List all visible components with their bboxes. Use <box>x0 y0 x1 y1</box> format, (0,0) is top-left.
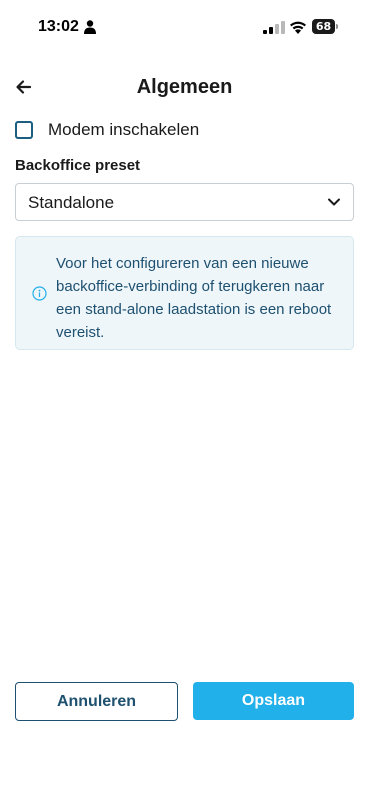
back-button[interactable] <box>12 74 38 100</box>
info-icon <box>32 286 47 301</box>
save-button[interactable]: Opslaan <box>193 682 354 720</box>
status-time: 13:02 <box>38 18 79 35</box>
status-bar: 13:02 68 <box>0 0 369 56</box>
modem-checkbox-label: Modem inschakelen <box>48 120 200 139</box>
modem-checkbox-row[interactable]: Modem inschakelen <box>15 118 199 142</box>
wifi-icon <box>290 21 306 34</box>
modem-checkbox[interactable] <box>15 121 33 139</box>
battery-tip <box>336 24 338 29</box>
backoffice-preset-select[interactable]: Standalone <box>15 183 354 221</box>
chevron-down-icon <box>328 198 340 206</box>
page-title: Algemeen <box>136 76 233 98</box>
battery-level: 68 <box>312 19 335 34</box>
backoffice-preset-label: Backoffice preset <box>15 157 141 174</box>
reboot-info-text: Voor het configureren van een nieuwe bac… <box>56 255 332 341</box>
cancel-button[interactable]: Annuleren <box>15 682 178 721</box>
arrow-left-icon <box>16 80 32 94</box>
battery-icon: 68 <box>312 19 339 35</box>
person-icon <box>84 20 96 34</box>
backoffice-preset-value: Standalone <box>28 193 115 212</box>
reboot-info-box: Voor het configureren van een nieuwe bac… <box>15 236 354 350</box>
signal-icon <box>263 21 285 34</box>
